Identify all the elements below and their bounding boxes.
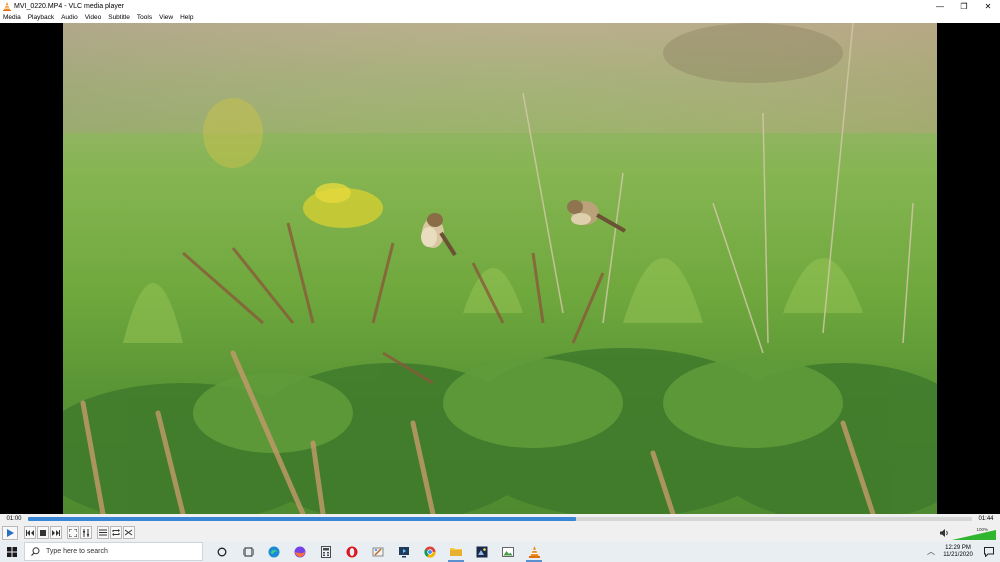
vlc-cone-icon: [2, 1, 11, 11]
clock-time: 12:29 PM: [945, 544, 971, 551]
calculator-icon[interactable]: [313, 541, 339, 562]
menu-bar: Media Playback Audio Video Subtitle Tool…: [0, 12, 1000, 23]
fullscreen-icon: [69, 528, 77, 537]
playlist-button[interactable]: [97, 526, 109, 539]
windows-logo-icon: [7, 546, 17, 557]
play-button[interactable]: [2, 525, 18, 540]
cortana-icon[interactable]: [209, 541, 235, 562]
restore-button[interactable]: ❐: [952, 0, 976, 12]
system-tray: ︿ 12:29 PM 11/21/2020: [924, 541, 1000, 562]
volume-control: 100%: [940, 526, 996, 540]
seek-progress-fill: [28, 517, 576, 521]
fullscreen-button[interactable]: [67, 526, 79, 539]
chrome-icon[interactable]: [417, 541, 443, 562]
stop-icon: [40, 529, 46, 536]
extended-settings-button[interactable]: [80, 526, 92, 539]
opera-icon[interactable]: [339, 541, 365, 562]
speaker-icon[interactable]: [940, 528, 949, 537]
player-controls: 100%: [0, 524, 1000, 541]
file-explorer-icon[interactable]: [443, 541, 469, 562]
next-button[interactable]: [50, 526, 62, 539]
media-app-icon[interactable]: [391, 541, 417, 562]
notification-center-icon[interactable]: [978, 546, 1000, 557]
menu-audio[interactable]: Audio: [61, 12, 78, 23]
firefox-icon[interactable]: [287, 541, 313, 562]
video-area[interactable]: [0, 23, 1000, 514]
menu-video[interactable]: Video: [85, 12, 102, 23]
video-frame[interactable]: [63, 23, 937, 514]
menu-subtitle[interactable]: Subtitle: [108, 12, 130, 23]
elapsed-time: 01:00: [6, 516, 22, 522]
volume-wedge: [952, 529, 996, 540]
search-icon: [31, 547, 40, 556]
vlc-window: MVI_0220.MP4 - VLC media player — ❐ ✕ Me…: [0, 0, 1000, 562]
video-frame-image: [63, 23, 937, 514]
clock-date: 11/21/2020: [943, 551, 973, 558]
loop-button[interactable]: [110, 526, 122, 539]
previous-icon: [26, 529, 34, 536]
windows-taskbar: Type here to search ︿ 12:29 PM 11/21/202…: [0, 541, 1000, 562]
task-view-icon[interactable]: [235, 541, 261, 562]
playlist-icon: [99, 529, 107, 536]
edge-icon[interactable]: [261, 541, 287, 562]
stop-button[interactable]: [37, 526, 49, 539]
loop-icon: [112, 529, 120, 536]
seek-slider[interactable]: [28, 517, 972, 521]
show-hidden-icons-chevron-icon[interactable]: ︿: [924, 546, 938, 557]
minimize-button[interactable]: —: [928, 0, 952, 12]
shuffle-button[interactable]: [123, 526, 135, 539]
shuffle-icon: [125, 529, 133, 536]
search-placeholder: Type here to search: [46, 548, 108, 555]
pinned-apps: [209, 541, 547, 562]
total-time: 01:44: [978, 516, 994, 522]
seek-row: 01:00 01:44: [0, 514, 1000, 524]
menu-tools[interactable]: Tools: [137, 12, 152, 23]
menu-help[interactable]: Help: [180, 12, 193, 23]
close-button[interactable]: ✕: [976, 0, 1000, 12]
taskbar-search[interactable]: Type here to search: [24, 542, 203, 561]
start-button[interactable]: [0, 541, 24, 562]
previous-button[interactable]: [24, 526, 36, 539]
menu-media[interactable]: Media: [3, 12, 21, 23]
taskbar-clock[interactable]: 12:29 PM 11/21/2020: [938, 545, 978, 559]
menu-playback[interactable]: Playback: [28, 12, 54, 23]
window-title: MVI_0220.MP4 - VLC media player: [14, 2, 125, 10]
vlc-icon[interactable]: [521, 541, 547, 562]
volume-percent: 100%: [976, 526, 988, 532]
paint-icon[interactable]: [365, 541, 391, 562]
next-icon: [52, 529, 60, 536]
volume-slider[interactable]: 100%: [952, 526, 996, 540]
window-controls: — ❐ ✕: [928, 0, 1000, 12]
menu-view[interactable]: View: [159, 12, 173, 23]
play-icon: [7, 528, 14, 537]
title-bar: MVI_0220.MP4 - VLC media player — ❐ ✕: [0, 0, 1000, 12]
photo-app-icon[interactable]: [469, 541, 495, 562]
equalizer-icon: [83, 528, 89, 537]
image-viewer-icon[interactable]: [495, 541, 521, 562]
